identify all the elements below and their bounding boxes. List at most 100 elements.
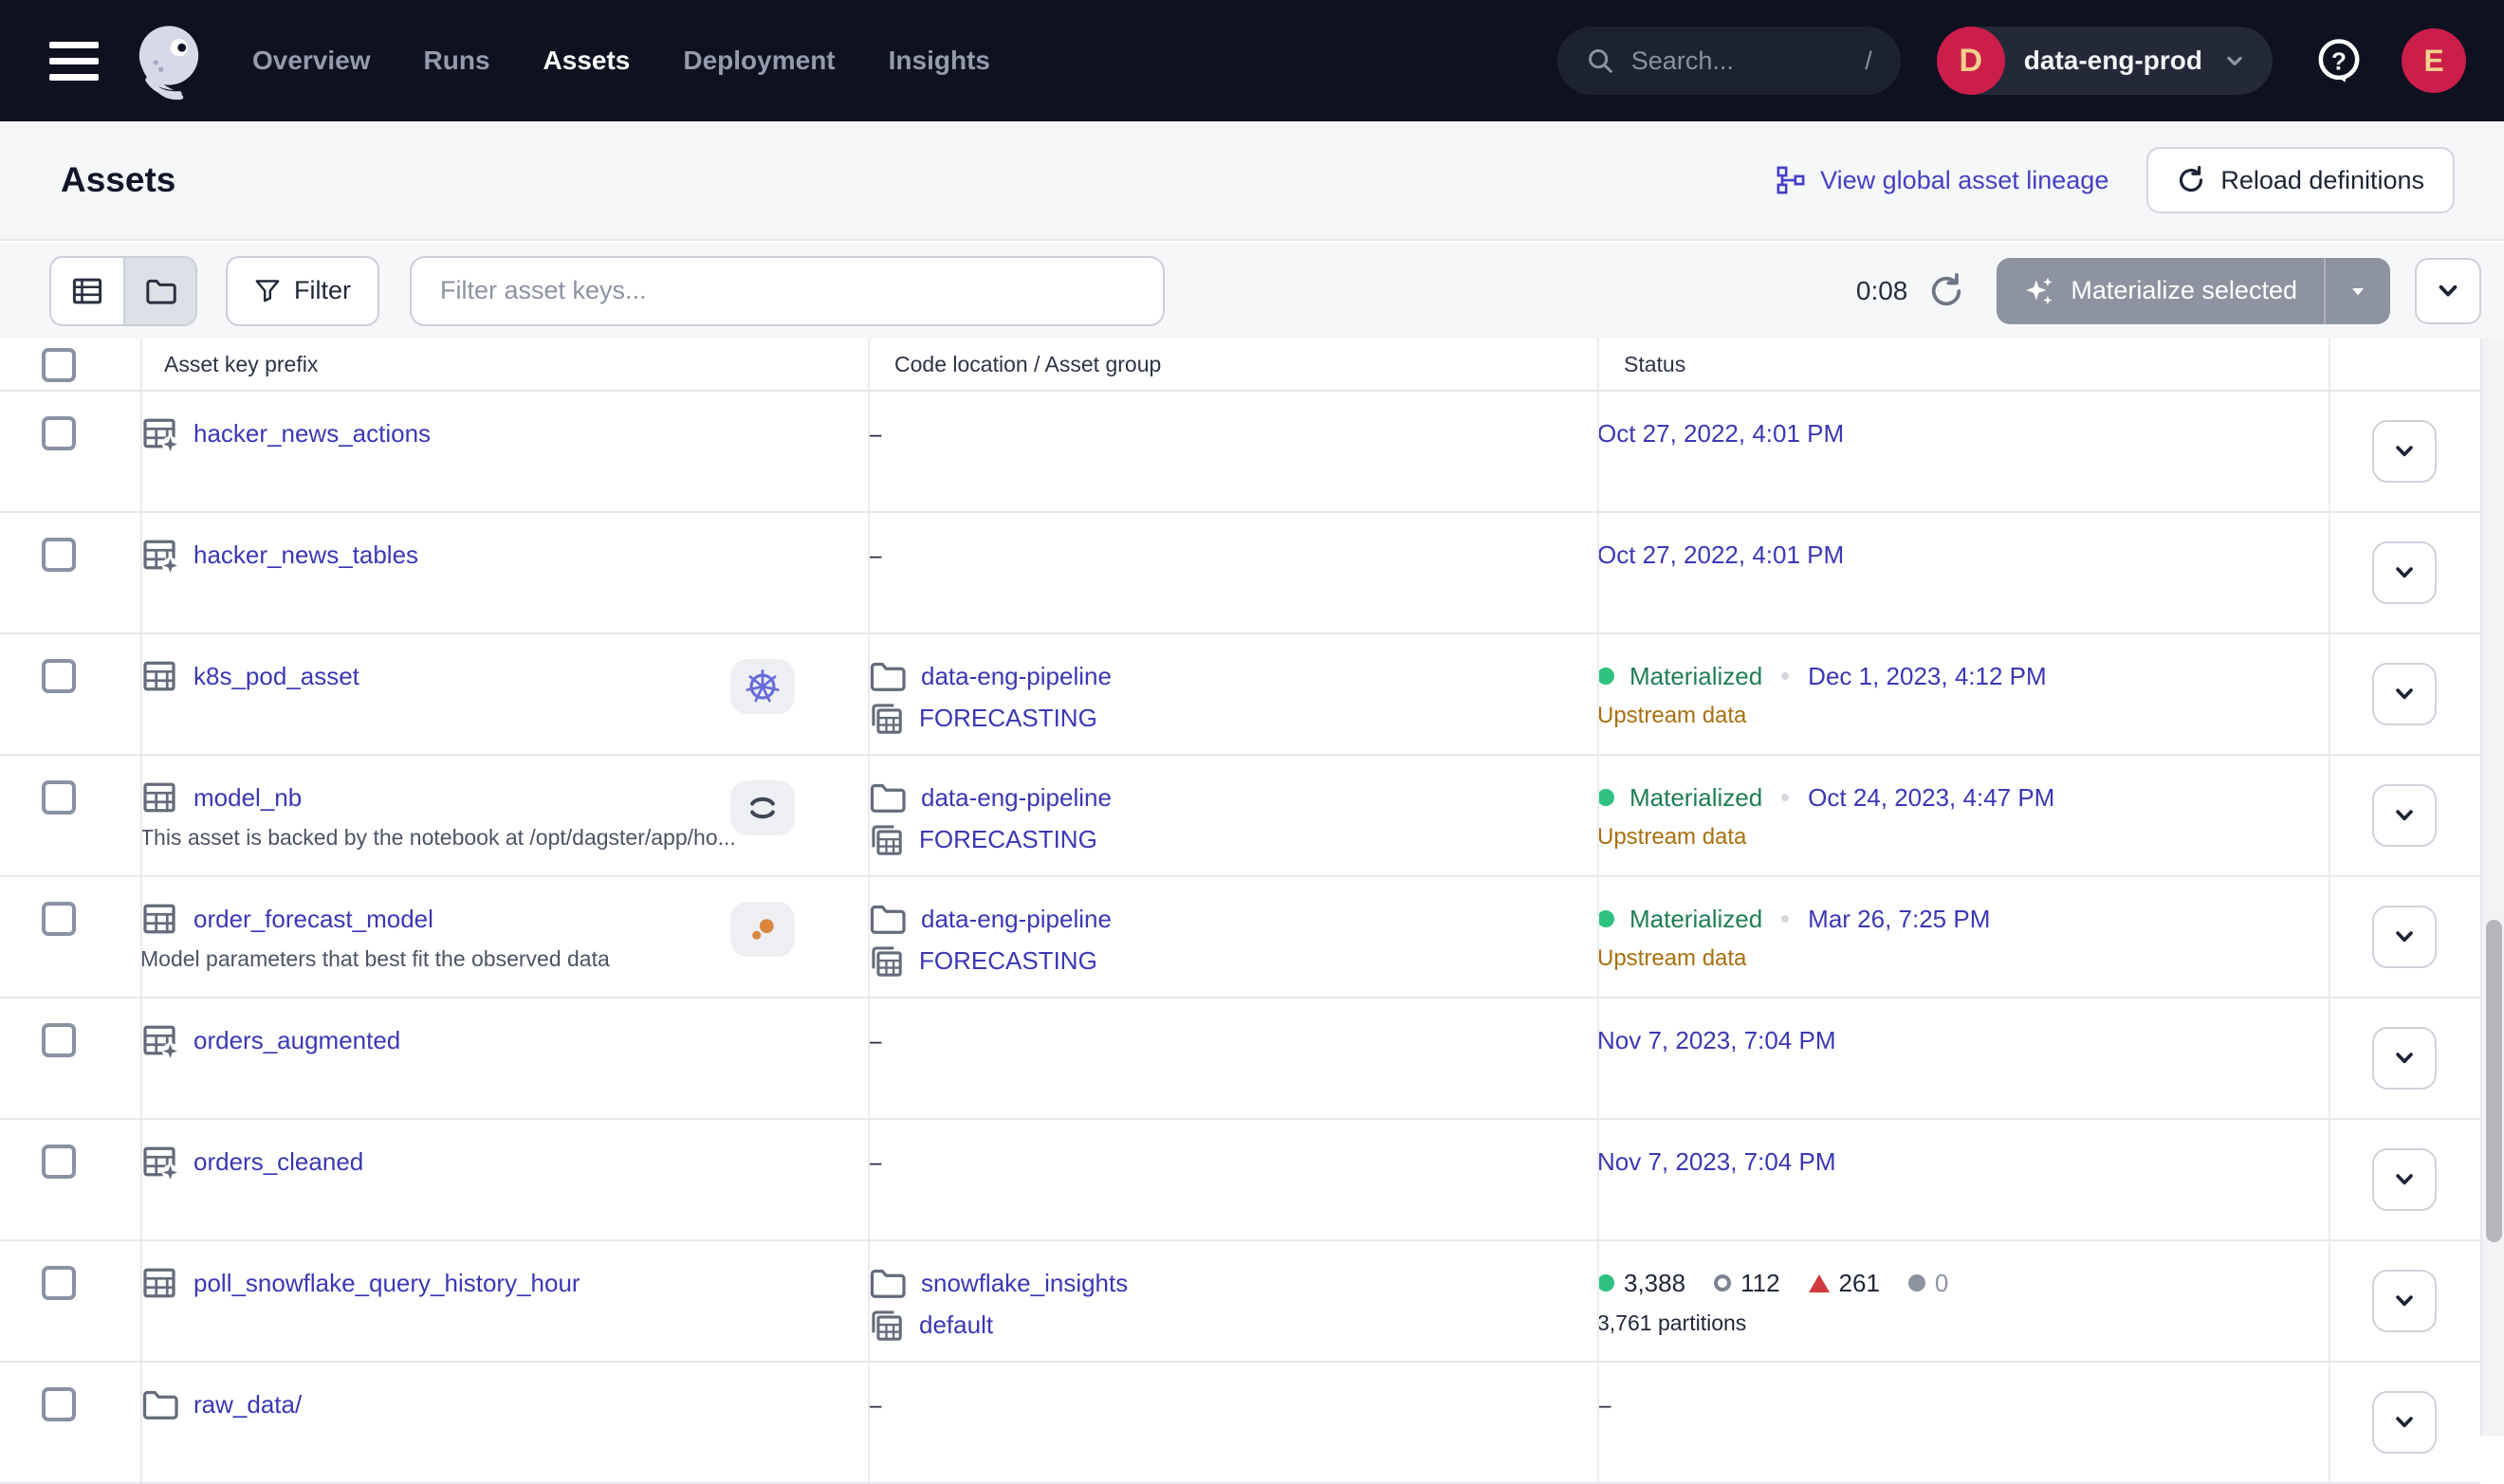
status-cell: 3,38811226103,761 partitions [1597, 1241, 2329, 1361]
help-icon[interactable]: ? [2314, 36, 2364, 85]
empty-value: – [868, 419, 881, 449]
table-row: k8s_pod_asset data-eng-pipeline FORECASTIN… [0, 634, 2480, 756]
materialize-selected-button[interactable]: Materialize selected [1997, 258, 2390, 324]
materialization-date-link[interactable]: Nov 7, 2023, 7:04 PM [1597, 1026, 1835, 1055]
row-expand-button[interactable] [2372, 1270, 2437, 1332]
row-checkbox[interactable] [42, 1023, 76, 1057]
nav-item-runs[interactable]: Runs [424, 46, 490, 76]
scrollbar-thumb[interactable] [2486, 920, 2502, 1242]
code-location-cell: data-eng-pipeline FORECASTING [868, 634, 1597, 754]
reload-icon [2177, 166, 2205, 194]
table-overflow-button[interactable] [2415, 258, 2481, 324]
code-location-cell: – [868, 392, 1597, 511]
asset-key-cell: hacker_news_tables [140, 513, 868, 632]
materialize-dropdown-toggle[interactable] [2324, 258, 2390, 324]
filter-asset-keys-input[interactable] [410, 256, 1165, 326]
asset-group-icon [868, 700, 904, 736]
row-actions-cell [2329, 877, 2480, 997]
asset-group-link[interactable]: FORECASTING [919, 946, 1097, 976]
row-expand-button[interactable] [2372, 663, 2437, 725]
code-location-cell: – [868, 1120, 1597, 1239]
row-checkbox[interactable] [42, 416, 76, 450]
row-expand-button[interactable] [2372, 784, 2437, 847]
chevron-down-icon [2389, 679, 2420, 709]
deployment-switcher[interactable]: D data-eng-prod [1937, 27, 2273, 95]
code-location-link[interactable]: snowflake_insights [921, 1269, 1128, 1298]
asset-link[interactable]: orders_augmented [193, 1026, 400, 1055]
asset-link[interactable]: orders_cleaned [193, 1147, 363, 1177]
asset-link[interactable]: raw_data/ [193, 1390, 302, 1420]
asset-link[interactable]: order_forecast_model [193, 905, 433, 934]
asset-link[interactable]: hacker_news_actions [193, 419, 431, 449]
nav-item-insights[interactable]: Insights [889, 46, 990, 76]
page-header: Assets View global asset lineage Reload … [0, 121, 2504, 241]
row-expand-button[interactable] [2372, 1148, 2437, 1211]
folder-view-toggle[interactable] [123, 258, 195, 324]
row-expand-button[interactable] [2372, 541, 2437, 604]
triangle-red-icon [1809, 1274, 1830, 1292]
assets-table: Asset key prefix Code location / Asset g… [0, 339, 2480, 1436]
row-checkbox[interactable] [42, 1387, 76, 1421]
nav-item-deployment[interactable]: Deployment [683, 46, 835, 76]
row-expand-button[interactable] [2372, 906, 2437, 968]
nav-item-assets[interactable]: Assets [543, 46, 631, 76]
row-actions-cell [2329, 756, 2480, 875]
asset-group-link[interactable]: FORECASTING [919, 825, 1097, 854]
row-actions-cell [2329, 1241, 2480, 1361]
chevron-down-icon [2389, 1286, 2420, 1316]
partition-count: 3,388 [1597, 1269, 1685, 1298]
code-location-link[interactable]: data-eng-pipeline [921, 905, 1112, 934]
row-checkbox[interactable] [42, 780, 76, 815]
asset-prefix-icon [140, 536, 178, 574]
materialization-date-link[interactable]: Mar 26, 7:25 PM [1808, 905, 1990, 934]
compute-kind-badge [730, 780, 795, 835]
materialized-dot-icon [1597, 668, 1614, 685]
global-search-input[interactable]: Search... / [1557, 27, 1901, 95]
row-checkbox[interactable] [42, 1266, 76, 1300]
deployment-name: data-eng-prod [2024, 46, 2202, 76]
asset-key-cell: hacker_news_actions [140, 392, 868, 511]
table-row: orders_cleaned –Nov 7, 2023, 7:04 PM [0, 1120, 2480, 1241]
asset-link[interactable]: poll_snowflake_query_history_hour [193, 1269, 580, 1298]
row-checkbox[interactable] [42, 1145, 76, 1179]
chevron-down-icon [2221, 47, 2248, 74]
materialization-date-link[interactable]: Oct 27, 2022, 4:01 PM [1597, 419, 1844, 449]
materialization-date-link[interactable]: Nov 7, 2023, 7:04 PM [1597, 1147, 1835, 1177]
row-expand-button[interactable] [2372, 1391, 2437, 1454]
table-row: hacker_news_tables–Oct 27, 2022, 4:01 PM [0, 513, 2480, 634]
materialization-date-link[interactable]: Oct 24, 2023, 4:47 PM [1808, 783, 2054, 813]
asset-link[interactable]: k8s_pod_asset [193, 662, 359, 691]
refresh-icon[interactable] [1928, 273, 1964, 309]
code-location-link[interactable]: data-eng-pipeline [921, 662, 1112, 691]
nav-item-overview[interactable]: Overview [252, 46, 371, 76]
row-checkbox[interactable] [42, 902, 76, 936]
asset-group-link[interactable]: default [919, 1310, 993, 1340]
folder-view-icon [144, 275, 176, 307]
chevron-down-icon [2389, 436, 2420, 467]
page-title: Assets [61, 160, 175, 200]
code-location-link[interactable]: data-eng-pipeline [921, 783, 1112, 813]
row-expand-button[interactable] [2372, 420, 2437, 483]
asset-prefix-icon [140, 1021, 178, 1059]
partition-count: 261 [1809, 1269, 1880, 1298]
select-all-checkbox[interactable] [42, 348, 76, 382]
materialized-dot-icon [1597, 789, 1614, 806]
row-actions-cell [2329, 634, 2480, 754]
row-checkbox[interactable] [42, 659, 76, 693]
asset-group-link[interactable]: FORECASTING [919, 704, 1097, 733]
user-avatar[interactable]: E [2402, 28, 2466, 93]
filter-button[interactable]: Filter [226, 256, 379, 326]
partition-count-value: 112 [1740, 1269, 1779, 1298]
row-expand-button[interactable] [2372, 1027, 2437, 1090]
view-global-asset-lineage-link[interactable]: View global asset lineage [1777, 166, 2108, 195]
asset-link[interactable]: hacker_news_tables [193, 540, 418, 570]
list-view-toggle[interactable] [51, 258, 123, 324]
reload-definitions-button[interactable]: Reload definitions [2146, 147, 2455, 213]
code-location-cell: – [868, 998, 1597, 1118]
asset-link[interactable]: model_nb [193, 783, 302, 813]
materialization-date-link[interactable]: Oct 27, 2022, 4:01 PM [1597, 540, 1844, 570]
status-cell: – [1597, 1363, 2329, 1482]
row-checkbox[interactable] [42, 538, 76, 572]
materialization-date-link[interactable]: Dec 1, 2023, 4:12 PM [1808, 662, 2046, 691]
hamburger-menu-icon[interactable] [49, 42, 99, 81]
